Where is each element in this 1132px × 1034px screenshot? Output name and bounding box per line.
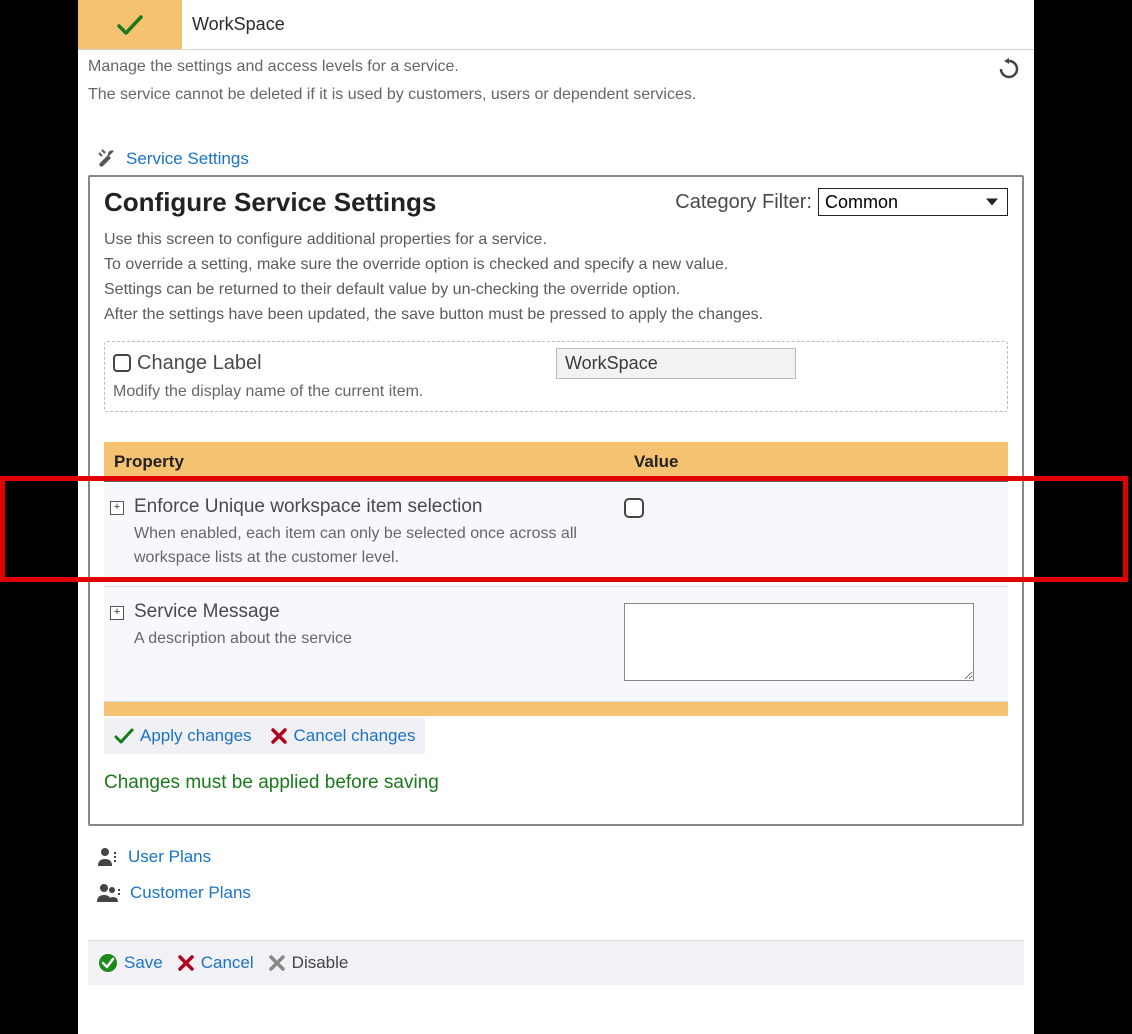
property-value-textarea[interactable] xyxy=(624,603,974,681)
panel-desc-2: To override a setting, make sure the ove… xyxy=(104,253,1008,276)
customer-plans-row: Customer Plans xyxy=(96,882,1024,904)
property-value-checkbox[interactable] xyxy=(624,498,644,518)
save-button[interactable]: Save xyxy=(98,953,163,973)
cross-icon xyxy=(177,954,195,972)
panel-desc-1: Use this screen to configure additional … xyxy=(104,228,1008,251)
apply-cancel-bar: Apply changes Cancel changes xyxy=(104,718,425,754)
page-subtitle-1: Manage the settings and access levels fo… xyxy=(88,56,1024,78)
property-table: Property Value + Enforce Unique workspac… xyxy=(104,442,1008,716)
group-icon xyxy=(96,882,122,904)
expand-icon[interactable]: + xyxy=(110,606,124,620)
category-filter-select[interactable]: Common xyxy=(818,188,1008,216)
footer-action-bar: Save Cancel Disable xyxy=(88,940,1024,985)
col-value: Value xyxy=(634,452,998,472)
apply-changes-button[interactable]: Apply changes xyxy=(114,726,252,746)
refresh-icon[interactable] xyxy=(998,58,1020,80)
customer-plans-link[interactable]: Customer Plans xyxy=(130,883,251,903)
tab-title[interactable]: WorkSpace xyxy=(182,0,1034,49)
filter-label: Category Filter: xyxy=(675,191,812,214)
table-footer-strip xyxy=(104,702,1008,716)
disable-button[interactable]: Disable xyxy=(268,953,349,973)
panel-desc-3: Settings can be returned to their defaul… xyxy=(104,278,1008,301)
user-plans-row: User Plans xyxy=(96,846,1024,868)
panel-desc-4: After the settings have been updated, th… xyxy=(104,303,1008,326)
change-label-desc: Modify the display name of the current i… xyxy=(113,383,999,401)
user-icon xyxy=(96,846,120,868)
expand-icon[interactable]: + xyxy=(110,501,124,515)
check-icon xyxy=(115,13,145,37)
tab-active-indicator[interactable] xyxy=(78,0,182,49)
col-property: Property xyxy=(114,452,634,472)
settings-panel: Configure Service Settings Category Filt… xyxy=(88,175,1024,826)
table-row: + Service Message A description about th… xyxy=(104,587,1008,702)
cancel-button[interactable]: Cancel xyxy=(177,953,254,973)
user-plans-link[interactable]: User Plans xyxy=(128,847,211,867)
change-label-box: Change Label Modify the display name of … xyxy=(104,341,1008,412)
property-name: Service Message xyxy=(134,601,352,623)
table-row: + Enforce Unique workspace item selectio… xyxy=(104,482,1008,587)
cancel-changes-button[interactable]: Cancel changes xyxy=(270,726,416,746)
change-label-input[interactable] xyxy=(556,348,796,379)
panel-title: Configure Service Settings xyxy=(104,187,436,218)
tab-bar: WorkSpace xyxy=(78,0,1034,50)
service-settings-link[interactable]: Service Settings xyxy=(126,149,249,169)
property-name: Enforce Unique workspace item selection xyxy=(134,496,604,518)
change-label-checkbox[interactable] xyxy=(113,354,131,372)
cross-grey-icon xyxy=(268,954,286,972)
property-desc: When enabled, each item can only be sele… xyxy=(134,522,604,570)
service-settings-section: Service Settings xyxy=(96,147,1024,171)
property-desc: A description about the service xyxy=(134,627,352,651)
wrench-icon xyxy=(96,147,120,171)
page-subtitle-2: The service cannot be deleted if it is u… xyxy=(88,84,1024,106)
check-circle-icon xyxy=(98,953,118,973)
check-icon xyxy=(114,727,134,745)
status-message: Changes must be applied before saving xyxy=(104,772,1008,794)
change-label-title: Change Label xyxy=(137,352,262,375)
cross-icon xyxy=(270,727,288,745)
